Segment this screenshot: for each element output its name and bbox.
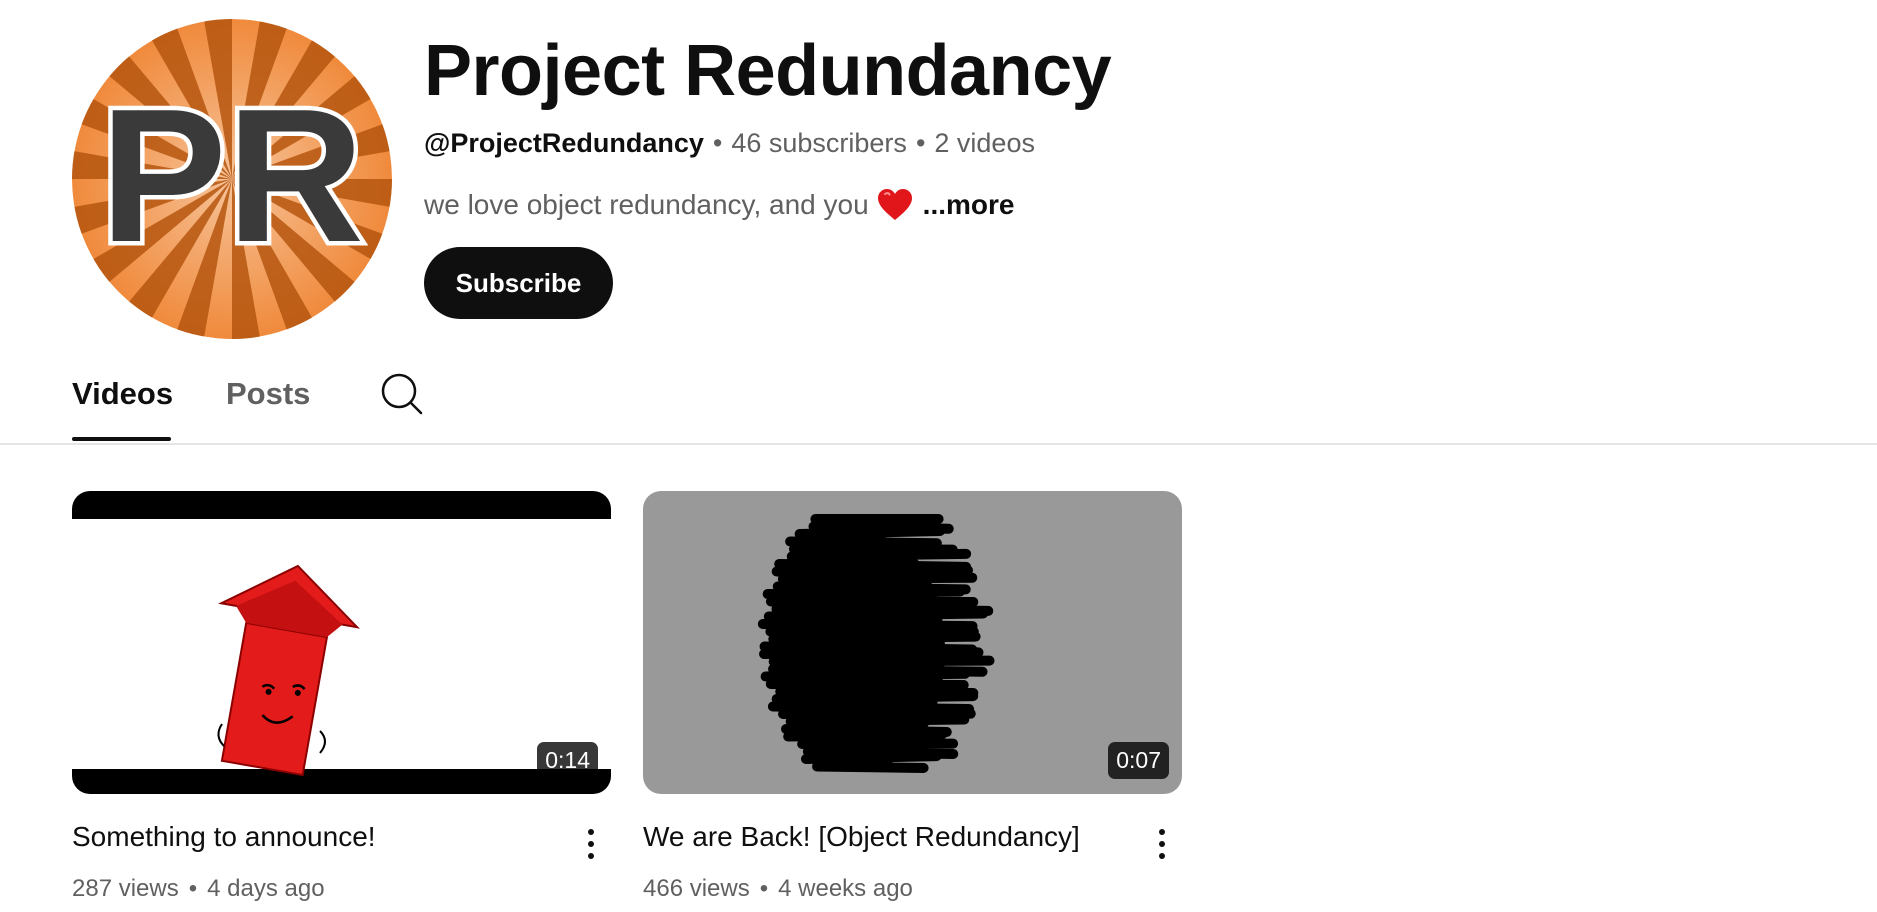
- upload-age: 4 weeks ago: [778, 875, 913, 902]
- tab-posts[interactable]: Posts: [226, 376, 310, 412]
- description-text: we love object redundancy, and you: [424, 189, 869, 220]
- channel-description[interactable]: we love object redundancy, and you ...mo…: [424, 188, 1014, 222]
- red-arrow-character-thumbnail: [72, 491, 611, 794]
- subscriber-count: 46 subscribers: [731, 128, 907, 158]
- video-card[interactable]: 0:07 We are Back! [Object Redundancy] 46…: [643, 491, 1182, 902]
- channel-avatar[interactable]: PR: [72, 19, 392, 339]
- video-meta: 466 views • 4 weeks ago: [643, 875, 913, 903]
- active-tab-indicator: [72, 437, 171, 441]
- meta-separator: •: [759, 875, 769, 902]
- scribbled-out-character-thumbnail: [643, 491, 1182, 794]
- more-actions-icon[interactable]: [1144, 823, 1180, 865]
- channel-tabs: Videos Posts: [0, 350, 1877, 445]
- view-count: 466 views: [643, 875, 750, 902]
- tab-videos[interactable]: Videos: [72, 376, 173, 412]
- video-title[interactable]: Something to announce!: [72, 821, 376, 853]
- channel-title: Project Redundancy: [424, 31, 1112, 111]
- meta-separator: •: [188, 875, 198, 902]
- subscribe-button[interactable]: Subscribe: [424, 247, 613, 319]
- video-duration: 0:14: [537, 742, 598, 779]
- search-icon[interactable]: [380, 372, 424, 420]
- view-count: 287 views: [72, 875, 179, 902]
- video-count: 2 videos: [934, 128, 1035, 158]
- video-card[interactable]: 0:14 Something to announce! 287 views • 4 …: [72, 491, 611, 902]
- video-duration: 0:07: [1108, 742, 1169, 779]
- meta-separator: •: [915, 128, 926, 158]
- more-actions-icon[interactable]: [573, 823, 609, 865]
- channel-avatar-image: PR: [72, 19, 392, 339]
- channel-handle: @ProjectRedundancy: [424, 128, 704, 158]
- upload-age: 4 days ago: [207, 875, 325, 902]
- avatar-initials: PR: [100, 70, 364, 282]
- more-link[interactable]: ...more: [923, 189, 1015, 221]
- meta-separator: •: [712, 128, 723, 158]
- video-thumbnail[interactable]: 0:14: [72, 491, 611, 794]
- red-heart-icon: [877, 189, 912, 220]
- video-title[interactable]: We are Back! [Object Redundancy]: [643, 821, 1080, 853]
- video-thumbnail[interactable]: 0:07: [643, 491, 1182, 794]
- video-meta: 287 views • 4 days ago: [72, 875, 325, 903]
- channel-meta: @ProjectRedundancy • 46 subscribers • 2 vide…: [424, 128, 1035, 159]
